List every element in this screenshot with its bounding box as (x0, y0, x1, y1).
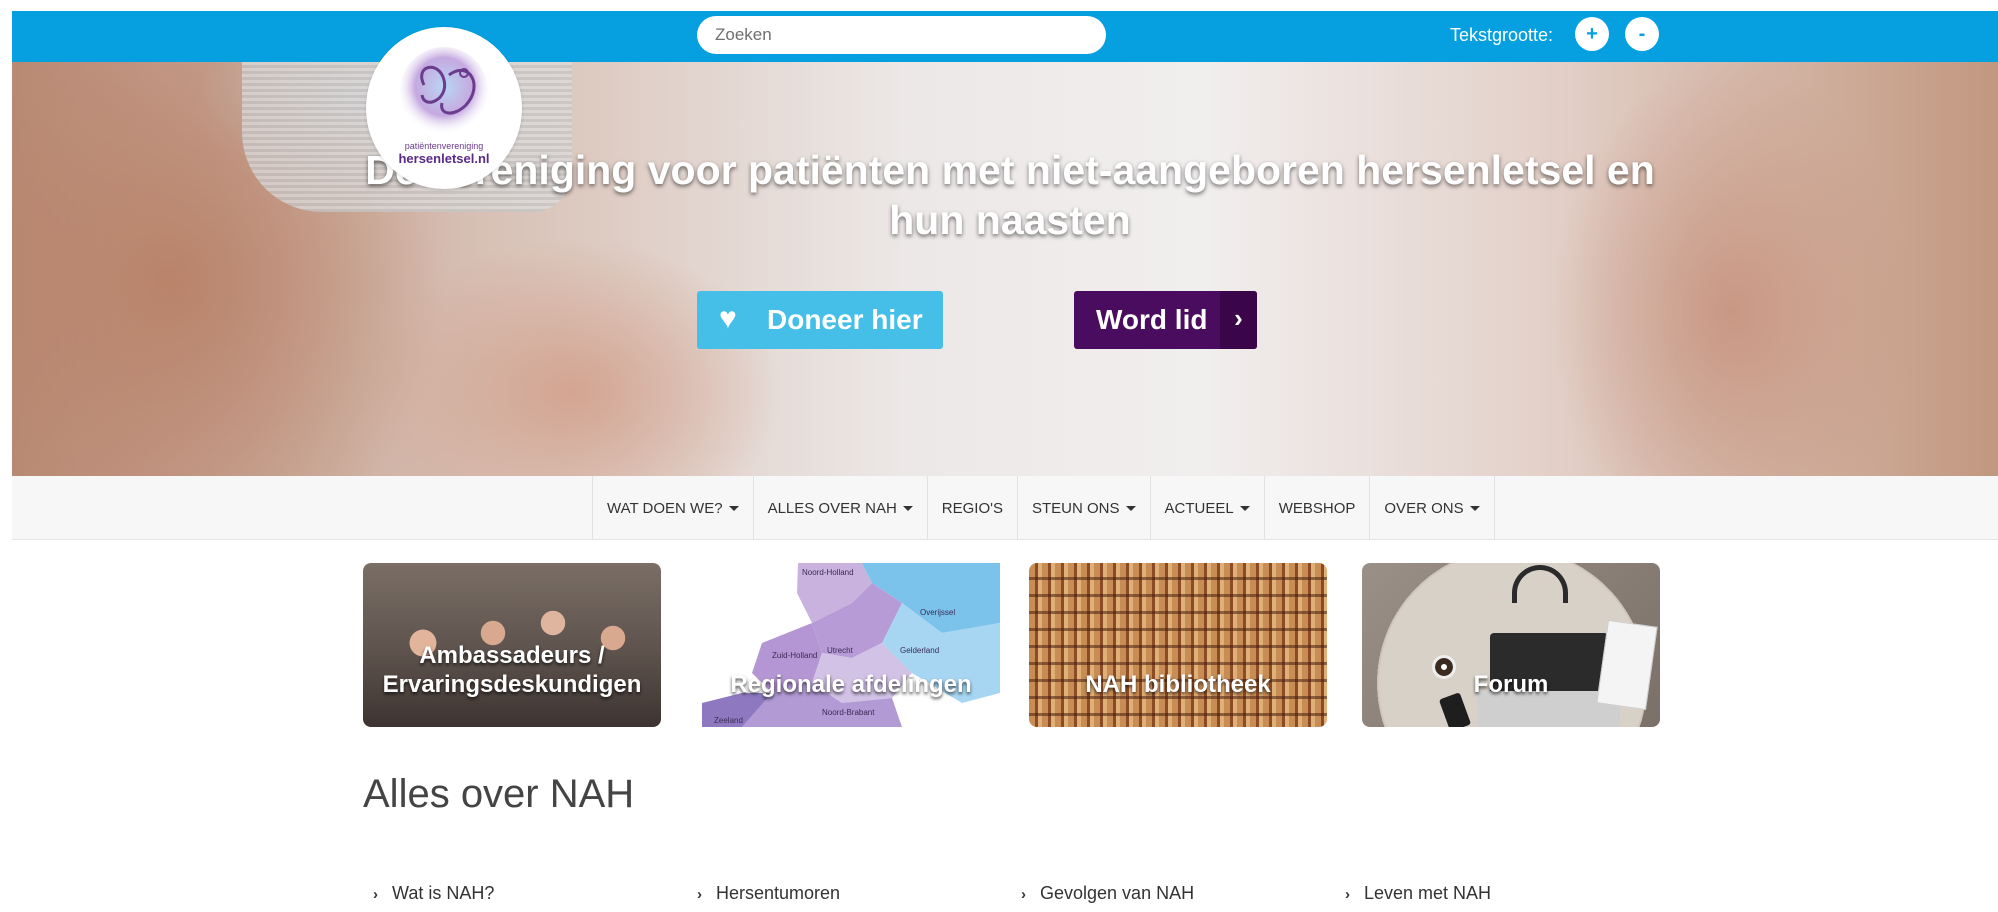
chevron-right-icon: › (1021, 886, 1026, 903)
join-button[interactable]: Word lid › (1074, 291, 1257, 349)
donate-button[interactable]: ♥ Doneer hier (697, 291, 943, 349)
nav-item-regio-s[interactable]: REGIO'S (926, 476, 1017, 540)
tile-nah-bibliotheek[interactable]: NAH bibliotheek (1029, 563, 1327, 727)
link-hersentumoren[interactable]: › Hersentumoren (688, 883, 840, 904)
chevron-right-icon: › (373, 886, 378, 903)
map-label-zeeland: Zeeland (714, 716, 743, 725)
main-navigation: WAT DOEN WE? ALLES OVER NAH REGIO'S STEUN O… (12, 476, 1998, 540)
nav-item-actueel[interactable]: ACTUEEL (1149, 476, 1264, 540)
tile-regionale-afdelingen[interactable]: Noord-Holland Overijssel Gelderland Utre… (702, 563, 1000, 727)
nav-item-label: WEBSHOP (1278, 499, 1356, 517)
nav-item-label: REGIO'S (941, 499, 1003, 517)
heart-icon: ♥ (719, 302, 737, 335)
map-label-utrecht: Utrecht (827, 646, 854, 655)
text-size-label: Tekstgrootte: (1450, 25, 1554, 45)
netherlands-map-icon: Noord-Holland Overijssel Gelderland Utre… (702, 563, 1000, 727)
tile-forum[interactable]: Forum (1362, 563, 1660, 727)
tile-caption: NAH bibliotheek (1085, 671, 1271, 698)
tile-caption: Ambassadeurs / Ervaringsdeskundigen (382, 642, 642, 698)
caret-down-icon (902, 505, 913, 511)
nav-item-label: ACTUEEL (1164, 499, 1234, 517)
nav-item-steun-ons[interactable]: STEUN ONS (1017, 476, 1150, 540)
map-label-overijssel: Overijssel (920, 608, 955, 617)
hero-title: Dé vereniging voor patiënten met niet-aa… (365, 147, 1655, 243)
caret-down-icon (1469, 505, 1480, 511)
link-label: Leven met NAH (1364, 883, 1492, 903)
tile-caption: Regionale afdelingen (730, 671, 972, 698)
map-label-gelderland: Gelderland (900, 646, 939, 655)
nav-item-label: STEUN ONS (1032, 499, 1120, 517)
link-label: Wat is NAH? (392, 883, 495, 903)
chevron-right-icon: › (697, 886, 702, 903)
logo-text-bottom: hersenletsel.nl (398, 151, 490, 166)
caret-down-icon (728, 505, 739, 511)
decrease-text-size-button[interactable]: - (1625, 17, 1659, 51)
link-label: Gevolgen van NAH (1040, 883, 1195, 903)
link-wat-is-nah[interactable]: › Wat is NAH? (364, 883, 494, 904)
hero-banner (12, 62, 1998, 476)
logo-emblem-icon (400, 47, 488, 135)
nav-items: WAT DOEN WE? ALLES OVER NAH REGIO'S STEUN O… (592, 476, 1495, 540)
tile-ambassadeurs[interactable]: Ambassadeurs / Ervaringsdeskundigen (363, 563, 661, 727)
nav-item-over-ons[interactable]: OVER ONS (1369, 476, 1495, 540)
map-label-noord-brabant: Noord-Brabant (822, 708, 875, 717)
join-label: Word lid (1096, 304, 1208, 335)
link-gevolgen-van-nah[interactable]: › Gevolgen van NAH (1012, 883, 1194, 904)
nav-item-label: ALLES OVER NAH (767, 499, 897, 517)
section-title: Alles over NAH (363, 772, 635, 816)
search-input[interactable] (697, 16, 1106, 54)
map-label-zuid-holland: Zuid-Holland (772, 651, 817, 660)
nav-item-alles-over-nah[interactable]: ALLES OVER NAH (752, 476, 927, 540)
donate-label: Doneer hier (767, 304, 923, 335)
chevron-right-icon: › (1345, 886, 1350, 903)
caret-down-icon (1125, 505, 1136, 511)
headphones-icon (1512, 565, 1568, 603)
chevron-right-icon: › (1220, 291, 1257, 349)
site-logo[interactable]: patiëntenvereniging hersenletsel.nl (366, 27, 522, 189)
logo-text-top: patiëntenvereniging (404, 141, 484, 151)
map-label-noord-holland: Noord-Holland (802, 568, 854, 577)
nav-item-wat-doen-we[interactable]: WAT DOEN WE? (592, 476, 753, 540)
link-label: Hersentumoren (716, 883, 841, 903)
nav-item-label: WAT DOEN WE? (607, 499, 723, 517)
tile-caption: Forum (1473, 671, 1549, 698)
nav-item-webshop[interactable]: WEBSHOP (1263, 476, 1370, 540)
increase-text-size-button[interactable]: + (1575, 17, 1609, 51)
nav-item-label: OVER ONS (1384, 499, 1464, 517)
caret-down-icon (1239, 505, 1250, 511)
link-leven-met-nah[interactable]: › Leven met NAH (1336, 883, 1491, 904)
